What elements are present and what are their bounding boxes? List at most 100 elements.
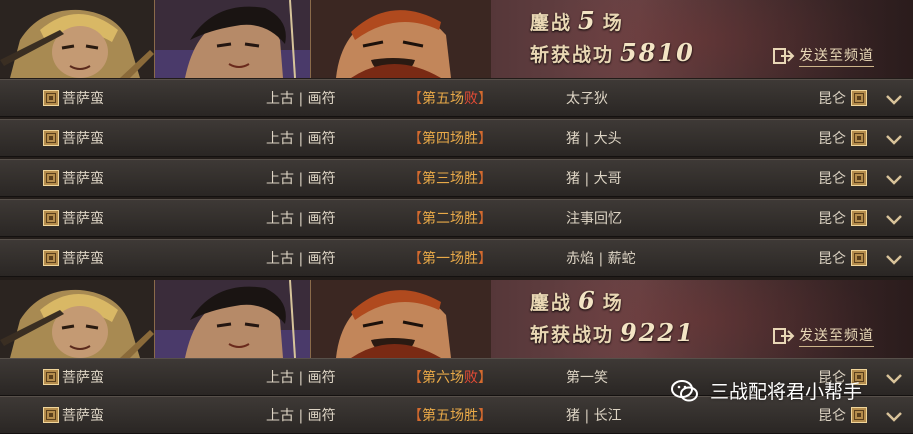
round-label: 【第三场胜】: [408, 170, 492, 188]
deck-name: 上古 | 画符: [266, 171, 336, 187]
round-result: 胜: [464, 408, 478, 424]
battle-row[interactable]: 菩萨蛮 上古 | 画符 【第三场胜】 猪 | 大哥 昆仑: [0, 159, 913, 197]
hero-portrait-3: [311, 0, 491, 78]
chevron-down-icon[interactable]: [884, 89, 904, 109]
chevron-down-icon[interactable]: [884, 129, 904, 149]
battle-row[interactable]: 菩萨蛮 上古 | 画符 【第四场胜】 猪 | 大头 昆仑: [0, 119, 913, 157]
player-emblem-icon: [43, 407, 59, 423]
deck-name: 上古 | 画符: [266, 211, 336, 227]
round-label: 【第五场胜】: [408, 407, 492, 425]
player-name: 菩萨蛮: [62, 251, 104, 267]
server-emblem-icon: [851, 90, 867, 106]
round-result: 败: [464, 91, 478, 107]
chevron-down-icon[interactable]: [884, 406, 904, 426]
battle-row[interactable]: 菩萨蛮 上古 | 画符 【第五场败】 太子狄 昆仑: [0, 79, 913, 117]
battle-count-prefix: 鏖战: [530, 292, 573, 314]
player-emblem-icon: [43, 210, 59, 226]
player-emblem-icon: [43, 250, 59, 266]
send-to-channel-button[interactable]: 发送至频道: [773, 44, 901, 68]
merit-total: 斩获战功 9221: [530, 318, 701, 347]
bracket-open: 【: [408, 211, 422, 227]
bracket-close: 】: [478, 251, 492, 267]
opponent-name: 第一笑: [566, 370, 608, 386]
share-icon: [773, 328, 795, 344]
battle-count-value: 5: [578, 6, 597, 35]
player-name: 菩萨蛮: [62, 408, 104, 424]
player-emblem-icon: [43, 170, 59, 186]
watermark-text: 三战配将君小帮手: [710, 381, 863, 403]
server-emblem-icon: [851, 210, 867, 226]
round-label: 【第一场胜】: [408, 250, 492, 268]
player-emblem-icon: [43, 90, 59, 106]
battle-record-panel: 鏖战 5 场 斩获战功 5810 发送至频道 菩萨蛮 上古 | 画符 【第五场败】 太…: [0, 0, 913, 434]
server-emblem-icon: [851, 407, 867, 423]
bracket-open: 【: [408, 91, 422, 107]
round-label: 【第六场败】: [408, 369, 492, 387]
server-name: 昆仑: [818, 211, 846, 227]
round-result: 胜: [464, 251, 478, 267]
merit-prefix: 斩获战功: [530, 324, 615, 346]
battle-row[interactable]: 菩萨蛮 上古 | 画符 【第一场胜】 赤焰 | 薪蛇 昆仑: [0, 239, 913, 277]
battle-row[interactable]: 菩萨蛮 上古 | 画符 【第二场胜】 注事回忆 昆仑: [0, 199, 913, 237]
server-name: 昆仑: [818, 171, 846, 187]
round-label: 【第四场胜】: [408, 130, 492, 148]
wechat-icon: [671, 379, 698, 401]
server-name: 昆仑: [818, 91, 846, 107]
player-name: 菩萨蛮: [62, 131, 104, 147]
deck-name: 上古 | 画符: [266, 408, 336, 424]
server-name: 昆仑: [818, 408, 846, 424]
hero-portrait-1: [0, 280, 155, 358]
battle-count: 鏖战 5 场: [530, 6, 624, 35]
opponent-name: 赤焰 | 薪蛇: [566, 251, 636, 267]
opponent-name: 注事回忆: [566, 211, 622, 227]
player-name: 菩萨蛮: [62, 370, 104, 386]
send-to-channel-label: 发送至频道: [799, 325, 874, 347]
round-number: 第五场: [422, 91, 464, 107]
bracket-open: 【: [408, 171, 422, 187]
deck-name: 上古 | 画符: [266, 251, 336, 267]
chevron-down-icon[interactable]: [884, 209, 904, 229]
player-name: 菩萨蛮: [62, 211, 104, 227]
share-icon: [773, 48, 795, 64]
bracket-open: 【: [408, 408, 422, 424]
summary-banner: 鏖战 5 场 斩获战功 5810 发送至频道: [0, 0, 913, 78]
bracket-close: 】: [478, 131, 492, 147]
player-emblem-icon: [43, 369, 59, 385]
server-name: 昆仑: [818, 131, 846, 147]
summary-banner: 鏖战 6 场 斩获战功 9221 发送至频道: [0, 280, 913, 358]
round-number: 第六场: [422, 370, 464, 386]
server-emblem-icon: [851, 130, 867, 146]
chevron-down-icon[interactable]: [884, 169, 904, 189]
deck-name: 上古 | 画符: [266, 131, 336, 147]
round-number: 第二场: [422, 211, 464, 227]
battle-count-value: 6: [578, 286, 597, 315]
deck-name: 上古 | 画符: [266, 370, 336, 386]
server-emblem-icon: [851, 250, 867, 266]
hero-portrait-1: [0, 0, 155, 78]
opponent-name: 猪 | 大头: [566, 131, 622, 147]
merit-prefix: 斩获战功: [530, 44, 615, 66]
bracket-close: 】: [478, 211, 492, 227]
merit-value: 5810: [620, 38, 695, 67]
send-to-channel-label: 发送至频道: [799, 45, 874, 67]
hero-portrait-2: [155, 280, 311, 358]
player-name: 菩萨蛮: [62, 91, 104, 107]
player-name: 菩萨蛮: [62, 171, 104, 187]
round-result: 胜: [464, 171, 478, 187]
bracket-close: 】: [478, 91, 492, 107]
battle-count-suffix: 场: [602, 12, 624, 34]
merit-total: 斩获战功 5810: [530, 38, 701, 67]
round-number: 第五场: [422, 408, 464, 424]
opponent-name: 太子狄: [566, 91, 608, 107]
opponent-name: 猪 | 长江: [566, 408, 622, 424]
bracket-close: 】: [478, 370, 492, 386]
round-result: 败: [464, 370, 478, 386]
battle-count-suffix: 场: [602, 292, 624, 314]
chevron-down-icon[interactable]: [884, 249, 904, 269]
send-to-channel-button[interactable]: 发送至频道: [773, 324, 901, 348]
server-emblem-icon: [851, 170, 867, 186]
bracket-open: 【: [408, 251, 422, 267]
round-number: 第三场: [422, 171, 464, 187]
chevron-down-icon[interactable]: [884, 368, 904, 388]
hero-portrait-2: [155, 0, 311, 78]
